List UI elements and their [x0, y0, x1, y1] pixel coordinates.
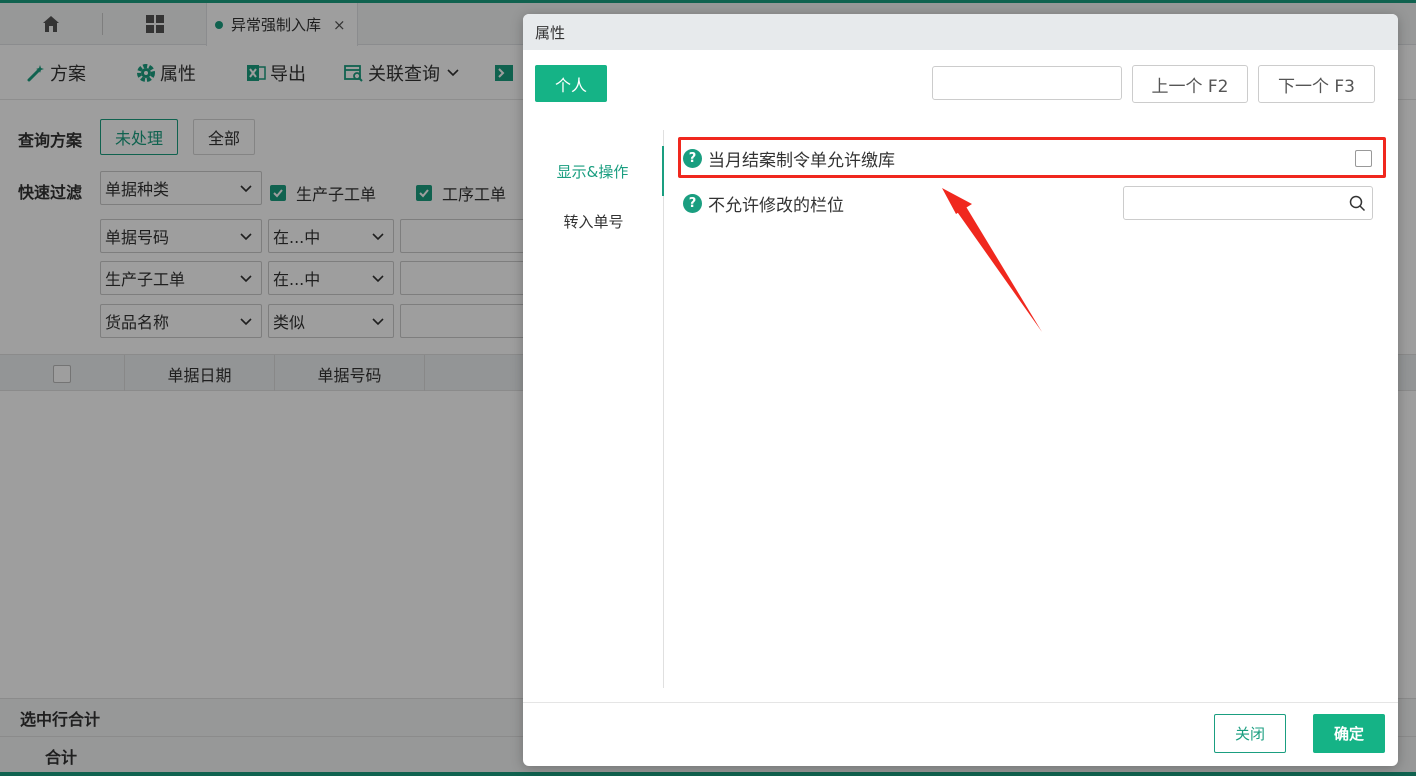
annotation-arrow-icon: [942, 188, 1042, 332]
